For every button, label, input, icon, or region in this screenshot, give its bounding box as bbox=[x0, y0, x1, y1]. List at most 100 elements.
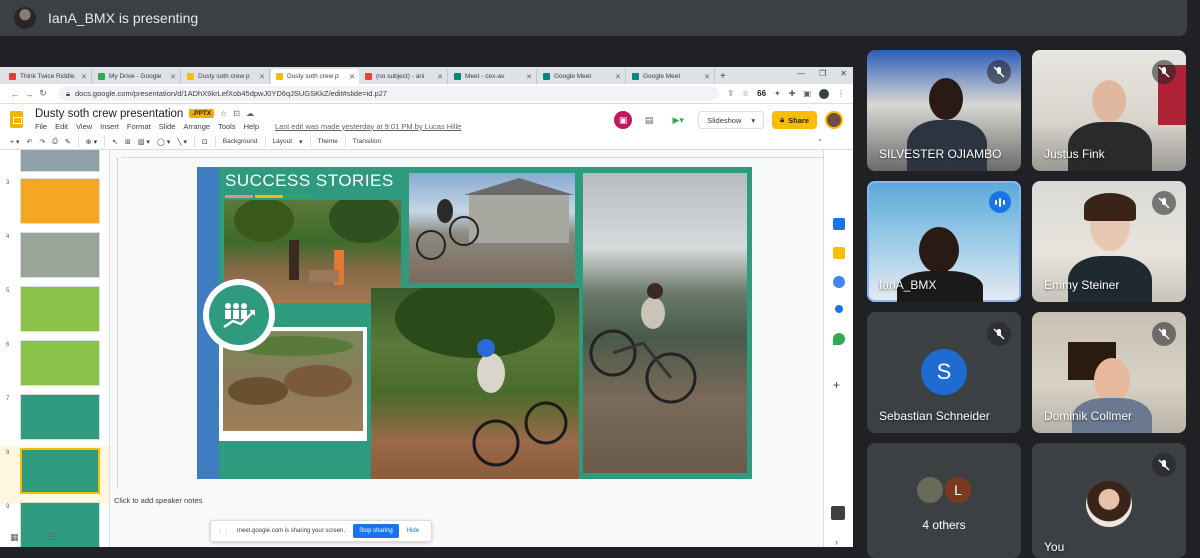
menu-file[interactable]: File bbox=[35, 122, 47, 131]
kebab-menu-icon[interactable]: ⋮ bbox=[837, 89, 845, 98]
print-icon[interactable]: ⎙ bbox=[52, 138, 58, 146]
shape-icon[interactable]: ◯ ▾ bbox=[157, 138, 170, 146]
speaker-notes[interactable]: Click to add speaker notes bbox=[114, 496, 202, 505]
last-edit-link[interactable]: Last edit was made yesterday at 9:01 PM … bbox=[275, 122, 461, 131]
new-slide-icon[interactable]: + ▾ bbox=[10, 138, 20, 146]
participant-tile[interactable]: Emmy Steiner bbox=[1032, 181, 1186, 302]
extension-icon[interactable]: ✦ bbox=[774, 89, 781, 98]
menu-insert[interactable]: Insert bbox=[100, 122, 119, 131]
url-field[interactable]: 🔒︎ docs.google.com/presentation/d/1ADhX9… bbox=[58, 86, 720, 101]
chevron-right-icon[interactable]: › bbox=[835, 537, 838, 547]
close-icon[interactable]: ✕ bbox=[349, 73, 355, 81]
new-tab-icon[interactable]: + bbox=[720, 71, 726, 82]
transition-button[interactable]: Transition bbox=[353, 138, 381, 145]
chevron-down-icon[interactable]: ▾ bbox=[299, 138, 303, 146]
participant-tile[interactable]: Dominik Collmer bbox=[1032, 312, 1186, 433]
menu-arrange[interactable]: Arrange bbox=[183, 122, 210, 131]
minimize-icon[interactable]: — bbox=[797, 69, 805, 78]
close-window-icon[interactable]: ✕ bbox=[840, 69, 847, 78]
browser-tab[interactable]: (no subject) - ani ✕ bbox=[360, 69, 448, 84]
browser-tab[interactable]: Dusty soth crew p ✕ bbox=[182, 69, 270, 84]
cloud-status-icon[interactable]: ☁ bbox=[246, 109, 254, 118]
hide-button[interactable]: Hide bbox=[407, 528, 419, 534]
slide-thumbnail[interactable]: 6 bbox=[6, 340, 100, 386]
others-tile[interactable]: L 4 others bbox=[867, 443, 1021, 558]
menu-tools[interactable]: Tools bbox=[218, 122, 236, 131]
extension-badge[interactable]: 66 bbox=[757, 89, 766, 98]
close-icon[interactable]: ✕ bbox=[259, 73, 265, 81]
browser-tab[interactable]: My Drive - Google ✕ bbox=[93, 69, 181, 84]
filmstrip-view-icon[interactable]: ☷ bbox=[49, 532, 57, 543]
paint-format-icon[interactable]: ✎ bbox=[65, 138, 71, 146]
grid-view-icon[interactable]: ▦ bbox=[10, 532, 19, 543]
back-icon[interactable]: ← bbox=[8, 89, 22, 99]
close-icon[interactable]: ✕ bbox=[526, 73, 532, 81]
share-page-icon[interactable]: ⇪ bbox=[727, 89, 734, 98]
menu-help[interactable]: Help bbox=[244, 122, 259, 131]
bookmark-star-icon[interactable]: ☆ bbox=[742, 89, 749, 98]
collapse-toolbar-icon[interactable]: ⌃ bbox=[817, 138, 823, 146]
browser-tab[interactable]: Think Twice Riddle ✕ bbox=[4, 69, 92, 84]
browser-tab-active[interactable]: Dusty soth crew p ✕ bbox=[271, 69, 359, 84]
browser-tab[interactable]: Google Meet ✕ bbox=[627, 69, 715, 84]
share-button[interactable]: 🔒︎ Share bbox=[772, 111, 817, 129]
maximize-icon[interactable]: ❐ bbox=[819, 69, 826, 78]
menu-view[interactable]: View bbox=[76, 122, 92, 131]
menu-format[interactable]: Format bbox=[127, 122, 151, 131]
participant-tile[interactable]: SILVESTER OJIAMBO bbox=[867, 50, 1021, 171]
reading-list-icon[interactable]: ▣ bbox=[803, 89, 811, 98]
browser-tab[interactable]: Google Meet ✕ bbox=[538, 69, 626, 84]
tasks-icon[interactable] bbox=[833, 276, 845, 288]
comments-icon[interactable]: ▤ bbox=[640, 111, 658, 129]
line-icon[interactable]: ╲ ▾ bbox=[177, 138, 187, 146]
close-icon[interactable]: ✕ bbox=[704, 73, 710, 81]
current-slide[interactable]: SUCCESS STORIES bbox=[197, 167, 752, 479]
close-icon[interactable]: ✕ bbox=[437, 73, 443, 81]
calendar-icon[interactable] bbox=[833, 218, 845, 230]
add-addon-icon[interactable]: + bbox=[833, 378, 840, 392]
menu-slide[interactable]: Slide bbox=[159, 122, 176, 131]
undo-icon[interactable]: ↶ bbox=[27, 138, 33, 146]
explore-icon[interactable] bbox=[831, 506, 845, 520]
theme-button[interactable]: Theme bbox=[318, 138, 338, 145]
move-folder-icon[interactable]: ⊡ bbox=[233, 109, 240, 118]
layout-button[interactable]: Layout bbox=[273, 138, 293, 145]
close-icon[interactable]: ✕ bbox=[170, 73, 176, 81]
slide-thumbnail[interactable]: 5 bbox=[6, 286, 100, 332]
drag-handle-icon[interactable]: ⋮⋮ bbox=[217, 528, 229, 535]
slide-thumbnail[interactable]: 7 bbox=[6, 394, 100, 440]
self-tile[interactable]: You bbox=[1032, 443, 1186, 558]
select-icon[interactable]: ↖ bbox=[112, 138, 118, 146]
keep-icon[interactable] bbox=[833, 247, 845, 259]
comment-icon[interactable]: ⊡ bbox=[202, 138, 208, 146]
close-icon[interactable]: ✕ bbox=[615, 73, 621, 81]
presenter-avatar-icon[interactable]: ▣ bbox=[614, 111, 633, 129]
forward-icon[interactable]: → bbox=[22, 89, 36, 99]
background-button[interactable]: Background bbox=[223, 138, 258, 145]
puzzle-icon[interactable]: ✚ bbox=[789, 89, 796, 98]
document-title[interactable]: Dusty soth crew presentation bbox=[35, 108, 183, 120]
image-icon[interactable]: ▨ ▾ bbox=[138, 138, 150, 146]
user-avatar[interactable] bbox=[825, 111, 843, 129]
browser-tab[interactable]: Meet - cex-av ✕ bbox=[449, 69, 537, 84]
participant-tile[interactable]: Justus Fink bbox=[1032, 50, 1186, 171]
profile-icon[interactable] bbox=[819, 88, 829, 99]
slide-thumbnail[interactable]: 4 bbox=[6, 232, 100, 278]
menu-edit[interactable]: Edit bbox=[55, 122, 68, 131]
slide-thumbnail[interactable]: 3 bbox=[6, 178, 100, 224]
slide-thumbnail-selected[interactable]: 8 bbox=[6, 448, 100, 494]
chevron-down-icon[interactable]: ▾ bbox=[751, 116, 755, 125]
participant-tile-speaking[interactable]: IanA_BMX bbox=[867, 181, 1021, 302]
stop-sharing-button[interactable]: Stop sharing bbox=[353, 524, 399, 538]
zoom-icon[interactable]: ⊕ ▾ bbox=[86, 138, 97, 146]
meet-present-icon[interactable]: ▶▾ bbox=[666, 111, 690, 129]
redo-icon[interactable]: ↷ bbox=[39, 138, 45, 146]
reload-icon[interactable]: ↻ bbox=[36, 88, 50, 99]
slide-thumbnail[interactable] bbox=[6, 150, 100, 172]
participant-tile[interactable]: S Sebastian Schneider bbox=[867, 312, 1021, 433]
slides-logo-icon[interactable] bbox=[10, 110, 23, 128]
contacts-icon[interactable] bbox=[835, 305, 843, 313]
maps-icon[interactable] bbox=[833, 333, 845, 345]
star-icon[interactable]: ☆ bbox=[220, 109, 227, 118]
textbox-icon[interactable]: ⊞ bbox=[125, 138, 131, 146]
